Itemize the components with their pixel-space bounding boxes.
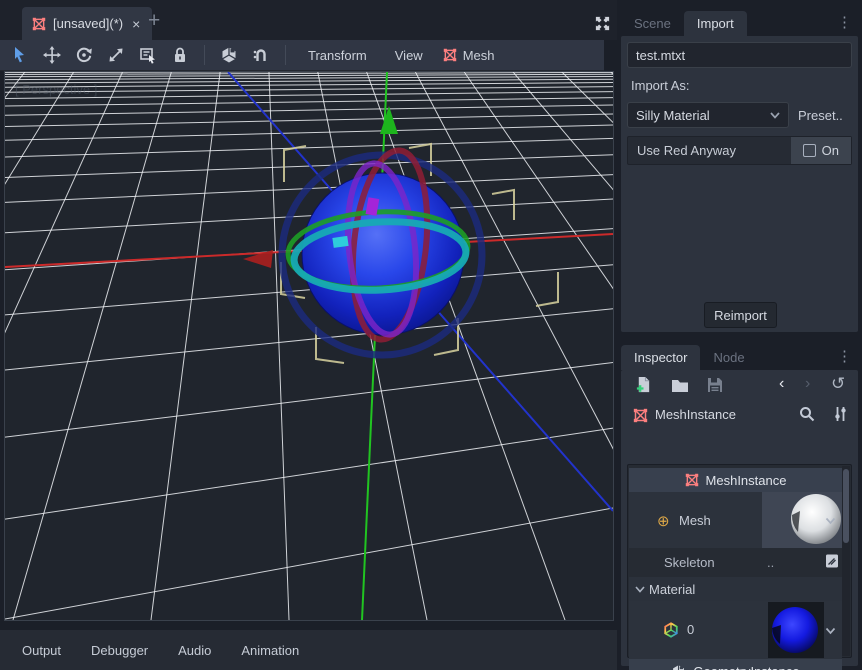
material-slot-label: 0 bbox=[687, 622, 694, 637]
inspector-properties: MeshInstance ⊕ Mesh bbox=[627, 464, 852, 658]
toolbar-separator bbox=[204, 45, 205, 65]
view-menu[interactable]: View bbox=[387, 48, 431, 63]
3d-viewport[interactable]: [ Perspective ] bbox=[4, 71, 614, 621]
skeleton-property-label: Skeleton bbox=[664, 555, 715, 570]
new-scene-tab-button[interactable]: + bbox=[148, 10, 160, 31]
bottom-tab-animation[interactable]: Animation bbox=[233, 639, 307, 662]
sphere-mesh[interactable] bbox=[302, 173, 464, 335]
scene-tab-label: [unsaved](*) bbox=[53, 16, 123, 31]
section-meshinstance[interactable]: MeshInstance bbox=[629, 468, 842, 492]
rotate-tool-icon[interactable] bbox=[74, 45, 94, 65]
mesh-menu[interactable]: Mesh bbox=[443, 48, 495, 63]
godot-editor-window: [unsaved](*) × + bbox=[0, 0, 862, 670]
mesh-menu-label: Mesh bbox=[463, 48, 495, 63]
reimport-button[interactable]: Reimport bbox=[704, 302, 777, 328]
spatial-toolbar: Transform View Mesh bbox=[0, 40, 604, 71]
perspective-label[interactable]: [ Perspective ] bbox=[15, 82, 97, 97]
move-tool-icon[interactable] bbox=[42, 45, 62, 65]
toolbar-separator bbox=[285, 45, 286, 65]
tab-inspector[interactable]: Inspector bbox=[621, 345, 700, 370]
history-icon[interactable]: ↺ bbox=[831, 374, 845, 394]
search-icon[interactable] bbox=[799, 406, 815, 422]
save-resource-icon[interactable] bbox=[707, 377, 723, 393]
mesh-resource-cell[interactable] bbox=[762, 492, 842, 548]
list-select-tool-icon[interactable] bbox=[138, 45, 158, 65]
import-dock-body: test.mtxt Import As: Silly Material Pres… bbox=[621, 36, 858, 332]
import-filename-field[interactable]: test.mtxt bbox=[627, 42, 852, 68]
material-icon bbox=[663, 622, 679, 638]
new-resource-icon[interactable] bbox=[635, 376, 652, 394]
history-forward-icon[interactable]: › bbox=[805, 375, 810, 393]
cube-icon bbox=[671, 664, 686, 670]
import-dock-tabs: Scene Import bbox=[621, 7, 858, 36]
gizmo-handle-cyan[interactable] bbox=[332, 236, 348, 248]
tab-node[interactable]: Node bbox=[700, 345, 757, 370]
reimport-button-label: Reimport bbox=[714, 308, 767, 323]
meshinstance-icon bbox=[633, 408, 648, 423]
bottom-tab-debugger[interactable]: Debugger bbox=[83, 639, 156, 662]
section-meshinstance-label: MeshInstance bbox=[706, 473, 787, 488]
material-preview-cell[interactable] bbox=[768, 602, 824, 658]
right-dock-column: Scene Import ⋮ test.mtxt Import As: Sill… bbox=[617, 0, 862, 670]
material-section-row[interactable]: Material bbox=[629, 577, 842, 601]
checkbox-icon[interactable] bbox=[803, 144, 816, 157]
meshinstance-icon bbox=[443, 48, 457, 62]
option-on-toggle[interactable]: On bbox=[791, 137, 851, 164]
section-geometryinstance[interactable]: GeometryInstance bbox=[629, 659, 842, 670]
option-value-label: On bbox=[822, 143, 839, 158]
option-label: Use Red Anyway bbox=[628, 143, 736, 158]
meshinstance-icon bbox=[685, 473, 699, 487]
local-coords-icon[interactable] bbox=[219, 45, 239, 65]
material-section-label: Material bbox=[649, 582, 695, 597]
mesh-property-row: ⊕ Mesh bbox=[629, 492, 842, 548]
bottom-tab-audio[interactable]: Audio bbox=[170, 639, 219, 662]
tab-scene[interactable]: Scene bbox=[621, 11, 684, 36]
load-resource-folder-icon[interactable] bbox=[671, 378, 689, 393]
bottom-panel-bar: Output Debugger Audio Animation bbox=[0, 630, 617, 670]
meshinstance-icon bbox=[32, 17, 46, 31]
tab-close-icon[interactable]: × bbox=[130, 16, 142, 32]
tab-import[interactable]: Import bbox=[684, 11, 747, 36]
collapse-chevron-icon bbox=[635, 585, 645, 593]
chevron-down-icon[interactable] bbox=[825, 627, 836, 635]
import-dock-menu-icon[interactable]: ⋮ bbox=[837, 13, 852, 31]
mesh-property-label: Mesh bbox=[679, 513, 711, 528]
lock-tool-icon[interactable] bbox=[170, 45, 190, 65]
import-as-label: Import As: bbox=[631, 78, 690, 93]
history-back-icon[interactable]: ‹ bbox=[779, 375, 784, 393]
skeleton-assign-icon[interactable] bbox=[824, 553, 840, 569]
inspected-object-name: MeshInstance bbox=[655, 407, 736, 422]
material-preview-thumbnail[interactable] bbox=[768, 602, 824, 658]
skeleton-value[interactable]: .. bbox=[767, 555, 774, 570]
mesh-type-icon: ⊕ bbox=[657, 512, 670, 530]
bottom-tab-output[interactable]: Output bbox=[14, 639, 69, 662]
import-type-value: Silly Material bbox=[636, 108, 710, 123]
select-tool-icon[interactable] bbox=[10, 45, 30, 65]
import-filename: test.mtxt bbox=[636, 48, 685, 63]
scene-tab-unsaved[interactable]: [unsaved](*) × bbox=[22, 7, 152, 40]
inspector-dock-body: ‹ › ↺ MeshInstance bbox=[621, 370, 858, 666]
scale-tool-icon[interactable] bbox=[106, 45, 126, 65]
material-slot-row: 0 bbox=[629, 601, 842, 659]
scene-tab-bar: [unsaved](*) × + bbox=[0, 0, 617, 40]
chevron-down-icon bbox=[770, 111, 780, 119]
inspector-dock-tabs: Inspector Node bbox=[621, 341, 858, 370]
import-type-dropdown[interactable]: Silly Material bbox=[627, 102, 789, 128]
use-red-anyway-row: Use Red Anyway On bbox=[627, 136, 852, 165]
snap-mode-icon[interactable] bbox=[251, 45, 271, 65]
preset-button[interactable]: Preset.. bbox=[798, 108, 843, 123]
transform-menu[interactable]: Transform bbox=[300, 48, 375, 63]
object-tools-icon[interactable] bbox=[833, 406, 848, 422]
chevron-down-icon[interactable] bbox=[825, 517, 836, 525]
inspector-dock-menu-icon[interactable]: ⋮ bbox=[837, 347, 852, 365]
distraction-free-icon[interactable] bbox=[594, 15, 611, 32]
section-geometryinstance-label: GeometryInstance bbox=[693, 664, 799, 670]
